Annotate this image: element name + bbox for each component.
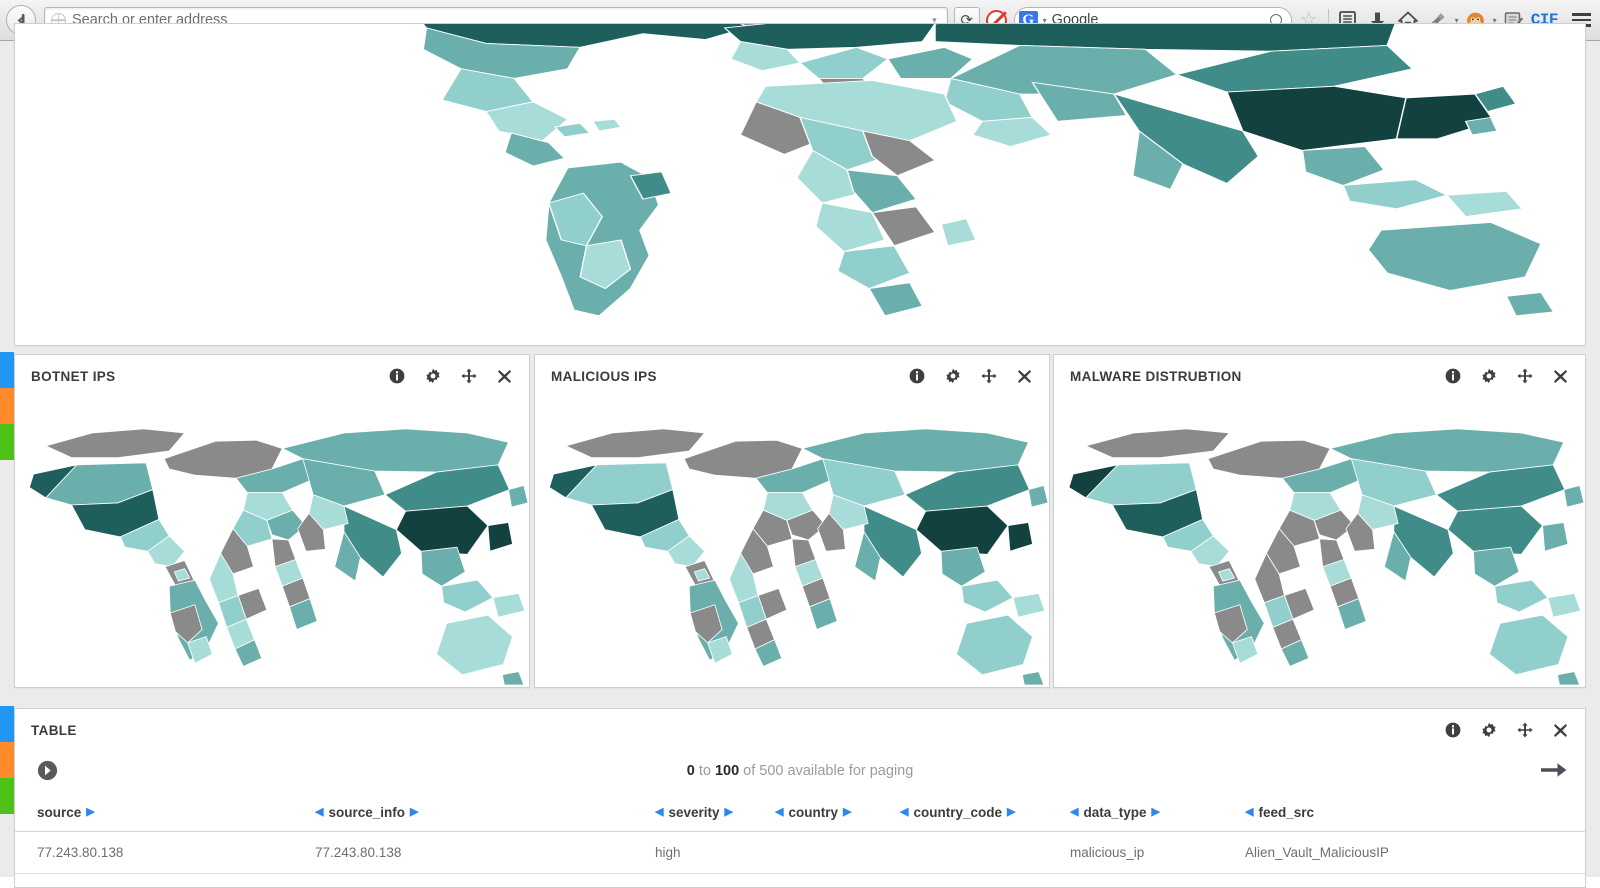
sort-right-icon[interactable]: ▶ xyxy=(725,807,733,818)
sort-left-icon[interactable]: ◀ xyxy=(1245,807,1253,818)
cell-country xyxy=(775,845,900,860)
column-header-source[interactable]: source ▶ xyxy=(15,805,315,820)
malicious-ips-map[interactable] xyxy=(535,397,1049,685)
edge-strip-panels xyxy=(0,352,14,460)
malicious-ips-map-svg xyxy=(548,428,1049,685)
paging-summary: 0 to 100 of 500 available for paging xyxy=(15,763,1585,779)
close-icon[interactable] xyxy=(1552,368,1569,385)
overview-map[interactable] xyxy=(15,24,1585,345)
sort-left-icon[interactable]: ◀ xyxy=(900,807,908,818)
gear-icon[interactable] xyxy=(1480,722,1497,739)
panel-toolbar xyxy=(1444,368,1569,385)
column-label: feed_src xyxy=(1258,805,1315,820)
cell-data_type: malicious_ip xyxy=(1070,845,1145,860)
panel-title: TABLE xyxy=(31,722,77,738)
cell-source_info: 77.243.80.138 xyxy=(315,845,402,860)
sort-left-icon[interactable]: ◀ xyxy=(655,807,663,818)
panel-table-header: TABLE xyxy=(15,709,1585,751)
botnet-ips-map[interactable] xyxy=(15,397,529,685)
column-label: data_type xyxy=(1083,805,1147,820)
close-icon[interactable] xyxy=(496,368,513,385)
panel-title: MALWARE DISTRUBTION xyxy=(1070,368,1242,384)
sort-left-icon[interactable]: ◀ xyxy=(315,807,323,818)
column-header-source_info[interactable]: ◀ source_info ▶ xyxy=(315,805,655,820)
move-icon[interactable] xyxy=(1516,722,1533,739)
panel-table: TABLE 0 to 100 of 500 available for pagi… xyxy=(14,708,1586,888)
info-icon[interactable] xyxy=(1444,722,1461,739)
paging-suffix: available for paging xyxy=(787,763,914,779)
info-icon[interactable] xyxy=(1444,368,1461,385)
paging-to: 100 xyxy=(714,763,740,779)
sort-left-icon[interactable]: ◀ xyxy=(775,807,783,818)
overview-map-panel xyxy=(14,23,1586,346)
panel-botnet-ips-header: BOTNET IPS xyxy=(15,355,529,397)
gear-icon[interactable] xyxy=(1480,368,1497,385)
malware-distrubtion-map-svg xyxy=(1068,428,1585,685)
move-icon[interactable] xyxy=(460,368,477,385)
prev-page-icon[interactable] xyxy=(37,760,59,782)
table-row[interactable]: 77.243.80.138 77.243.80.138 high malicio… xyxy=(15,832,1585,874)
column-label: source_info xyxy=(328,805,405,820)
sort-right-icon[interactable]: ▶ xyxy=(86,807,94,818)
paging-of-label: of xyxy=(743,763,756,779)
info-icon[interactable] xyxy=(388,368,405,385)
panel-malware-distrubtion-header: MALWARE DISTRUBTION xyxy=(1054,355,1585,397)
gear-icon[interactable] xyxy=(944,368,961,385)
column-header-country[interactable]: ◀ country ▶ xyxy=(775,805,900,820)
panel-toolbar xyxy=(1444,722,1569,739)
malware-distrubtion-map[interactable] xyxy=(1054,397,1585,685)
cell-feed_src: Alien_Vault_MaliciousIP xyxy=(1245,845,1389,860)
column-header-feed_src[interactable]: ◀ feed_src xyxy=(1245,805,1485,820)
panel-title: MALICIOUS IPS xyxy=(551,368,657,384)
overview-map-svg xyxy=(422,24,1555,317)
cell-source: 77.243.80.138 xyxy=(37,845,124,860)
panel-malicious-ips-header: MALICIOUS IPS xyxy=(535,355,1049,397)
sort-left-icon[interactable]: ◀ xyxy=(1070,807,1078,818)
column-header-severity[interactable]: ◀ severity ▶ xyxy=(655,805,775,820)
move-icon[interactable] xyxy=(1516,368,1533,385)
table-header-row: source ▶ ◀ source_info ▶ ◀ severity ▶ ◀ … xyxy=(15,791,1585,832)
panel-malware-distrubtion: MALWARE DISTRUBTION xyxy=(1053,354,1586,688)
botnet-ips-map-svg xyxy=(28,428,529,685)
dashboard-page: BOTNET IPS MALICIOUS IPS MALWARE DISTRUB… xyxy=(0,23,1600,888)
column-label: severity xyxy=(668,805,720,820)
panel-toolbar xyxy=(388,368,513,385)
panel-toolbar xyxy=(908,368,1033,385)
column-label: country xyxy=(788,805,838,820)
column-header-data_type[interactable]: ◀ data_type ▶ xyxy=(1070,805,1245,820)
close-icon[interactable] xyxy=(1016,368,1033,385)
column-label: source xyxy=(37,805,82,820)
paging-to-label: to xyxy=(698,763,711,779)
panel-title: BOTNET IPS xyxy=(31,368,116,384)
paging-from: 0 xyxy=(686,763,695,779)
sort-right-icon[interactable]: ▶ xyxy=(843,807,851,818)
move-icon[interactable] xyxy=(980,368,997,385)
cell-country_code xyxy=(900,845,1070,860)
table-paging-row: 0 to 100 of 500 available for paging xyxy=(15,751,1585,791)
next-page-icon[interactable] xyxy=(1541,760,1567,782)
column-label: country_code xyxy=(913,805,1002,820)
sort-right-icon[interactable]: ▶ xyxy=(1007,807,1015,818)
paging-total: 500 xyxy=(759,763,784,779)
panel-botnet-ips: BOTNET IPS xyxy=(14,354,530,688)
sort-right-icon[interactable]: ▶ xyxy=(1152,807,1160,818)
edge-strip-table xyxy=(0,706,14,814)
gear-icon[interactable] xyxy=(424,368,441,385)
cell-severity: high xyxy=(655,845,681,860)
info-icon[interactable] xyxy=(908,368,925,385)
close-icon[interactable] xyxy=(1552,722,1569,739)
sort-right-icon[interactable]: ▶ xyxy=(410,807,418,818)
panel-malicious-ips: MALICIOUS IPS xyxy=(534,354,1050,688)
column-header-country_code[interactable]: ◀ country_code ▶ xyxy=(900,805,1070,820)
